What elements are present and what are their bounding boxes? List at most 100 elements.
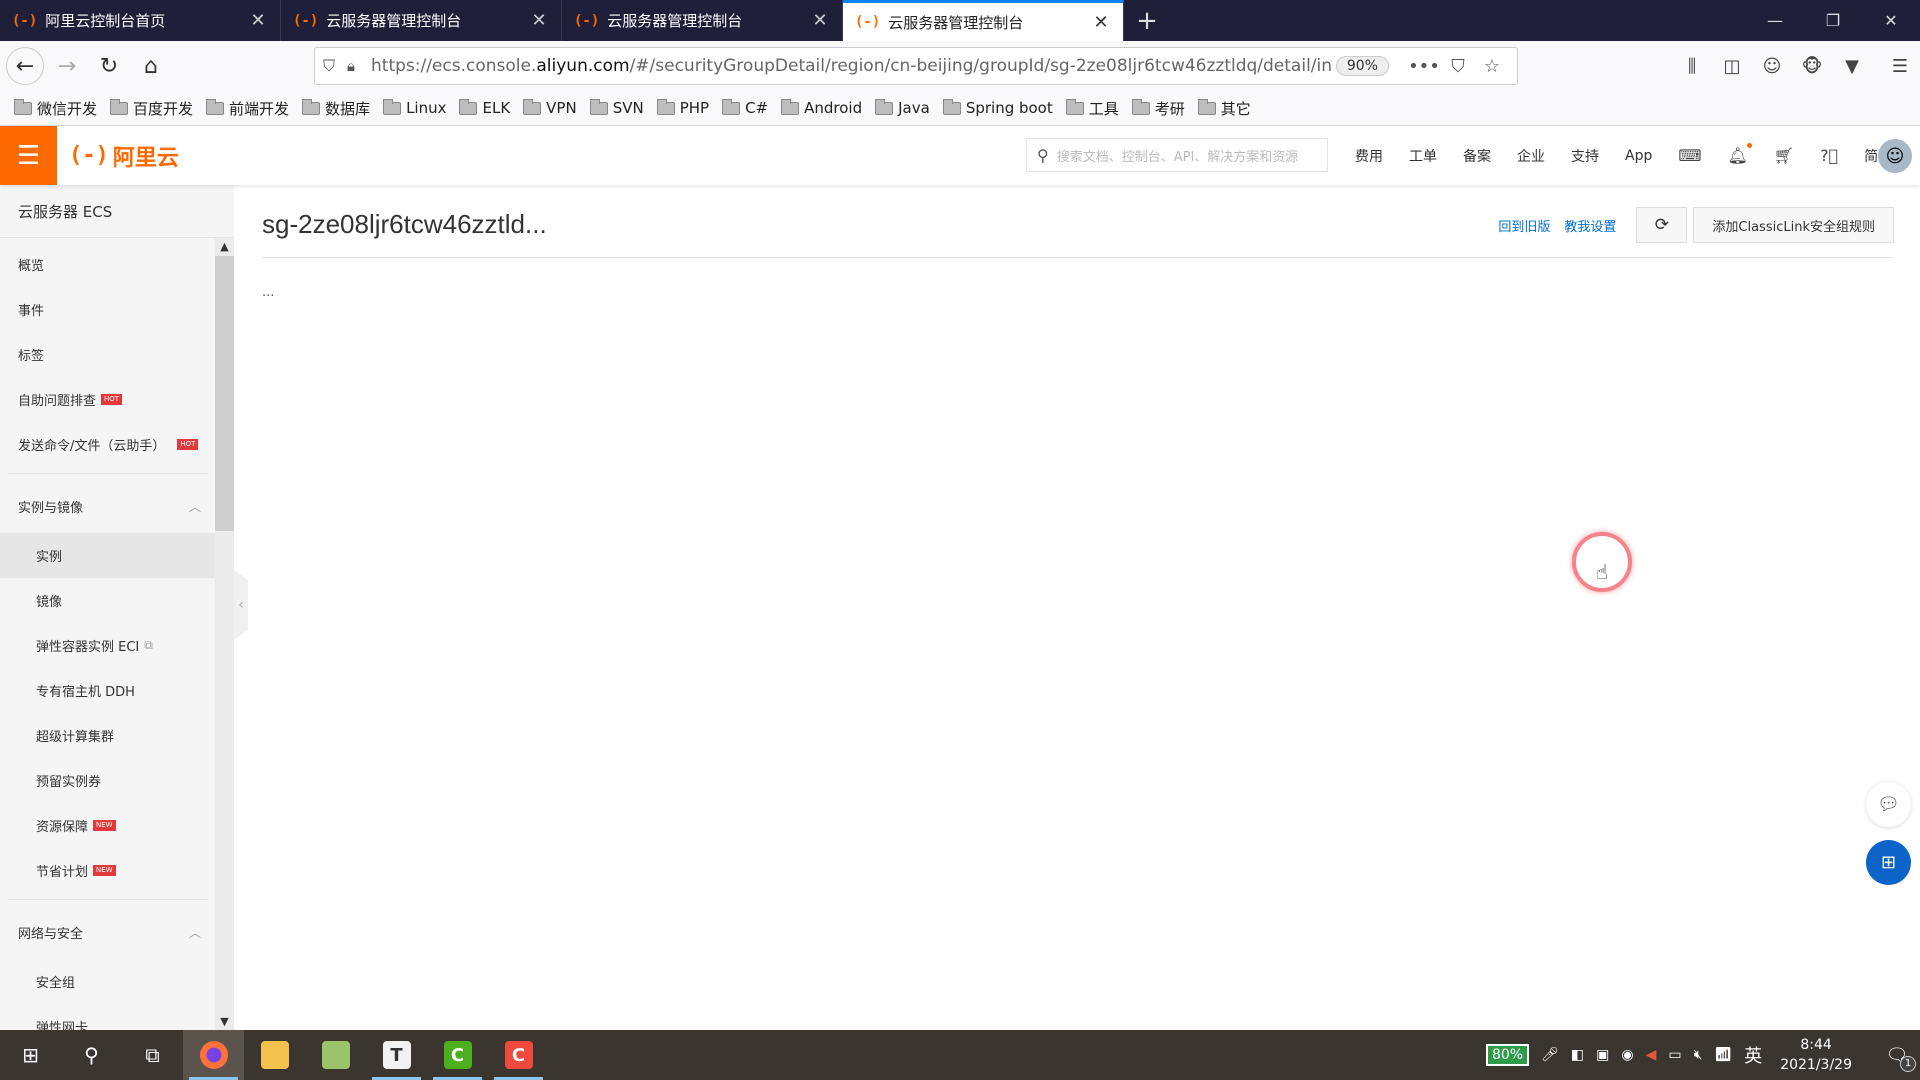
hamburger-menu-button[interactable]: ☰ [0,126,57,185]
user-avatar[interactable]: ☺ [1878,139,1912,173]
bookmark-folder[interactable]: C# [722,98,768,117]
url-text[interactable]: https://ecs.console.aliyun.com/#/securit… [371,56,1336,76]
nav-tickets[interactable]: 工单 [1409,146,1437,166]
scrollbar-thumb[interactable] [215,256,234,531]
minimize-icon[interactable]: — [1746,0,1804,41]
scroll-down-icon[interactable]: ▼ [215,1015,234,1028]
bookmark-folder[interactable]: 数据库 [302,98,370,119]
sidebar-item-instances[interactable]: 实例 [0,533,215,578]
network-app-icon[interactable]: ▣ [1596,1047,1609,1063]
apps-float-button[interactable]: ⊞ [1866,840,1911,885]
bookmark-folder[interactable]: 考研 [1131,98,1185,119]
home-button[interactable]: ⌂ [132,47,170,85]
bookmark-folder[interactable]: 工具 [1065,98,1119,119]
bell-icon[interactable]: 🔔︎ [1727,143,1752,165]
tab-close-icon[interactable]: ✕ [1091,12,1111,33]
help-icon[interactable]: ?⃝ [1820,146,1838,165]
aliyun-logo[interactable]: (-) 阿里云 [69,140,179,172]
teach-me-link[interactable]: 教我设置 [1564,216,1616,235]
nav-enterprise[interactable]: 企业 [1517,146,1545,166]
bookmark-folder[interactable]: PHP [656,98,709,117]
sidebar-item-events[interactable]: 事件 [0,287,215,332]
library-icon[interactable]: ⫼ [1672,56,1712,77]
page-actions-icon[interactable]: ••• [1407,56,1441,77]
microphone-icon[interactable]: 🎤︎ [1541,1047,1559,1063]
start-button[interactable]: ⊞ [0,1030,61,1080]
bookmark-folder[interactable]: Java [875,98,930,117]
bookmark-star-icon[interactable]: ☆ [1475,56,1509,77]
nav-billing[interactable]: 费用 [1355,146,1383,166]
back-button[interactable]: ← [6,47,44,85]
tab-close-icon[interactable]: ✕ [810,10,830,31]
sidebar-item-reserved-instances[interactable]: 预留实例券 [0,758,215,803]
tab-close-icon[interactable]: ✕ [529,10,549,31]
browser-tab[interactable]: (-) 阿里云控制台首页 ✕ [0,0,281,41]
sidebar-item-images[interactable]: 镜像 [0,578,215,623]
add-classiclink-rule-button[interactable]: 添加ClassicLink安全组规则 [1693,207,1894,243]
wifi-icon[interactable]: 📶︎ [1714,1047,1732,1063]
browser-tab[interactable]: (-) 云服务器管理控制台 ✕ [562,0,843,41]
close-window-icon[interactable]: ✕ [1862,0,1920,41]
sidebar-item-security-groups[interactable]: 安全组 [0,959,215,1004]
bookmark-folder[interactable]: Android [781,98,862,117]
speaker-alert-icon[interactable]: ◀ [1646,1047,1657,1063]
extension-monkey-icon[interactable]: 🐵︎ [1792,56,1832,77]
bookmark-folder[interactable]: 前端开发 [206,98,289,119]
pocket-icon[interactable]: ⛉ [1441,56,1475,77]
reload-button[interactable]: ↻ [90,47,128,85]
bookmark-folder[interactable]: SVN [589,98,644,117]
console-search-input[interactable]: ⚲ 搜索文档、控制台、API、解决方案和资源 [1026,138,1328,172]
battery-indicator[interactable]: 80% [1485,1044,1530,1066]
lock-icon[interactable]: 🔒︎ [347,57,371,75]
tab-close-icon[interactable]: ✕ [248,10,268,31]
browser-tab[interactable]: (-) 云服务器管理控制台 ✕ [281,0,562,41]
bookmark-folder[interactable]: 其它 [1197,98,1251,119]
battery-icon[interactable]: ▭ [1668,1047,1681,1063]
sidebar-collapse-handle[interactable]: ‹ [234,570,248,640]
nav-app[interactable]: App [1625,148,1652,164]
taskbar-app-firefox[interactable] [183,1030,244,1080]
bookmark-folder[interactable]: VPN [523,98,577,117]
address-bar[interactable]: ⛉ 🔒︎ https://ecs.console.aliyun.com/#/se… [314,47,1518,85]
sidebar-scrollbar[interactable]: ▲ ▼ [215,238,234,1030]
feedback-chat-button[interactable]: 💬︎ [1866,782,1911,827]
sidebar-item-scc[interactable]: 超级计算集群 [0,713,215,758]
sidebar-item-overview[interactable]: 概览 [0,242,215,287]
taskbar-app-camtasia-green[interactable]: C [427,1030,488,1080]
taskbar-app-explorer[interactable] [244,1030,305,1080]
scroll-up-icon[interactable]: ▲ [215,240,234,253]
sidebar-item-eni[interactable]: 弹性网卡 [0,1004,215,1030]
bookmark-folder[interactable]: ELK [459,98,510,117]
sidebar-item-resource-assurance[interactable]: 资源保障 NEW [0,803,215,848]
sidebar-group-network-security[interactable]: 网络与安全 ︿ [0,906,215,959]
sidebar-group-instances-images[interactable]: 实例与镜像 ︿ [0,480,215,533]
cart-icon[interactable]: 🛒︎ [1774,146,1794,165]
ime-indicator[interactable]: 英 [1744,1042,1762,1068]
extension-avatar-icon[interactable]: ☺ [1752,56,1792,77]
volume-muted-icon[interactable]: 🔇︎ [1694,1047,1703,1063]
tracking-shield-icon[interactable]: ⛉ [323,56,347,76]
app-menu-icon[interactable]: ☰ [1880,56,1920,77]
nav-support[interactable]: 支持 [1571,146,1599,166]
task-view-button[interactable]: ⧉ [122,1030,183,1080]
bookmark-folder[interactable]: Linux [383,98,446,117]
sidebar-icon[interactable]: ◫ [1712,56,1752,77]
dolby-icon[interactable]: ◧ [1571,1047,1584,1063]
sidebar-item-tags[interactable]: 标签 [0,332,215,377]
taskbar-app-camtasia-red[interactable]: C [488,1030,549,1080]
sidebar-item-cloud-assistant[interactable]: 发送命令/文件（云助手） HOT [0,422,215,467]
browser-tab-active[interactable]: (-) 云服务器管理控制台 ✕ [843,0,1124,41]
back-to-old-version-link[interactable]: 回到旧版 [1498,216,1550,235]
sidebar-item-savings-plan[interactable]: 节省计划 NEW [0,848,215,893]
zoom-level[interactable]: 90% [1335,56,1389,76]
bookmark-folder[interactable]: 微信开发 [14,98,97,119]
taskbar-app-typora[interactable]: T [366,1030,427,1080]
bookmark-folder[interactable]: Spring boot [942,98,1053,117]
bookmark-folder[interactable]: 百度开发 [110,98,193,119]
extension-v-icon[interactable]: ▼ [1832,56,1872,77]
forward-button[interactable]: → [48,47,86,85]
action-center-button[interactable]: 🗨︎ 1 [1874,1045,1920,1072]
clock[interactable]: 8:44 2021/3/29 [1780,1035,1852,1075]
taskbar-search-button[interactable]: ⚲ [61,1030,122,1080]
terminal-icon[interactable]: ⌨ [1678,146,1701,165]
